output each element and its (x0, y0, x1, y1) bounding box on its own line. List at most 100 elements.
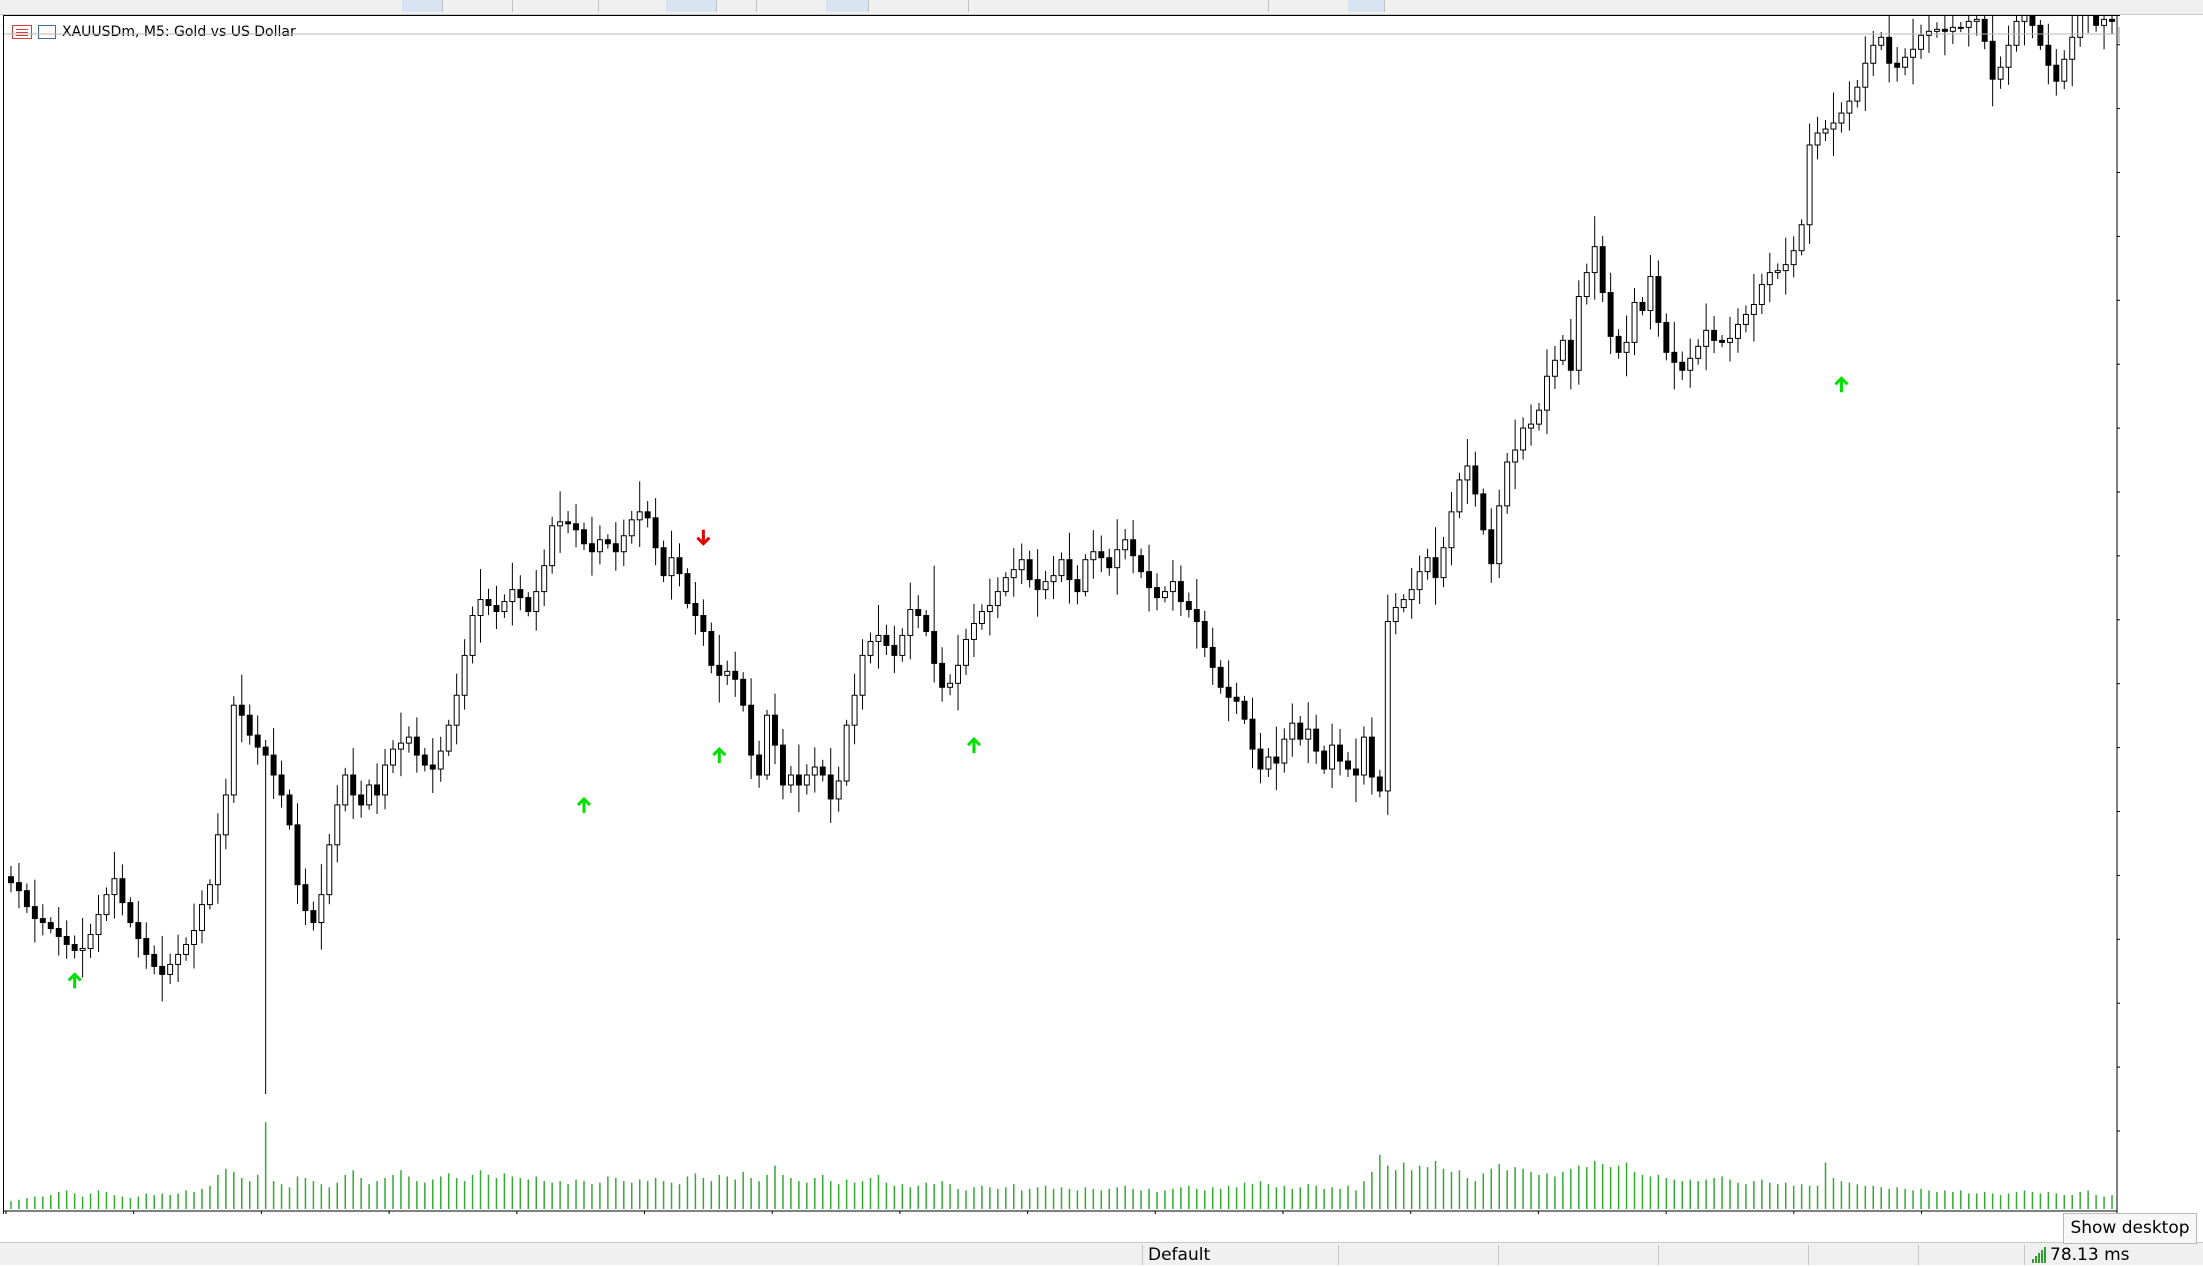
bullish-candle (1814, 132, 1821, 146)
bearish-candle (358, 794, 365, 806)
bullish-candle (1583, 272, 1590, 298)
bullish-candle (1703, 329, 1710, 347)
bearish-candle (47, 922, 54, 930)
bullish-candle (111, 878, 118, 896)
toolbar-button[interactable] (666, 0, 717, 12)
bullish-candle (1647, 276, 1654, 311)
bullish-candle (1002, 577, 1009, 593)
candlesticks (8, 16, 2115, 1095)
bullish-candle (318, 894, 325, 924)
bearish-candle (1273, 756, 1280, 764)
bearish-candle (676, 557, 683, 575)
bearish-candle (708, 630, 715, 666)
bullish-candle (1758, 284, 1765, 305)
bearish-candle (159, 965, 166, 975)
bearish-candle (310, 910, 317, 924)
bullish-candle (1400, 599, 1407, 609)
bearish-candle (1209, 646, 1216, 668)
bearish-candle (39, 918, 46, 924)
bullish-candle (1933, 28, 1940, 32)
bearish-candle (270, 754, 277, 776)
toolbar-button[interactable] (868, 0, 969, 12)
toolbar-button[interactable] (442, 0, 513, 12)
bearish-candle (127, 902, 134, 924)
bullish-candle (501, 601, 508, 613)
bullish-candle (1695, 345, 1702, 359)
bullish-candle (1042, 581, 1049, 591)
toolbar-button[interactable] (402, 0, 443, 12)
show-desktop-tooltip: Show desktop (2063, 1213, 2197, 1244)
toolbar-button[interactable] (826, 0, 869, 12)
bullish-candle (445, 724, 452, 752)
bullish-candle (899, 634, 906, 656)
toolbar-button[interactable] (716, 0, 757, 12)
bullish-candle (437, 750, 444, 770)
bearish-candle (1639, 301, 1646, 311)
bearish-candle (71, 943, 78, 951)
bearish-candle (1233, 696, 1240, 702)
bullish-candle (1058, 559, 1065, 577)
bearish-candle (278, 774, 285, 796)
bullish-candle (1918, 34, 1924, 50)
profile-name[interactable]: Default (1148, 1243, 1210, 1265)
bearish-candle (1981, 18, 1988, 42)
bullish-candle (1750, 303, 1757, 315)
bullish-candle (1878, 36, 1885, 46)
bearish-candle (1217, 666, 1224, 688)
bullish-candle (955, 664, 962, 684)
bullish-candle (1305, 728, 1312, 740)
bullish-candle (1742, 313, 1749, 325)
bearish-candle (1201, 620, 1208, 648)
bullish-candle (1082, 559, 1089, 593)
toolbar-button[interactable] (512, 0, 599, 12)
bullish-candle (1782, 264, 1789, 272)
bearish-candle (1249, 718, 1256, 750)
toolbar-button[interactable] (968, 0, 1269, 12)
bullish-candle (1544, 375, 1550, 411)
bearish-candle (1615, 335, 1622, 353)
bullish-candle (2013, 20, 2020, 46)
status-bar: Default 78.13 ms (0, 1242, 2203, 1265)
bearish-candle (1345, 760, 1351, 770)
bearish-candle (238, 704, 245, 716)
toolbar-button[interactable] (372, 0, 403, 12)
bearish-candle (1711, 329, 1718, 341)
toolbar-button[interactable] (1268, 0, 1349, 12)
bullish-candle (326, 844, 333, 896)
bearish-candle (2045, 44, 2052, 66)
bullish-candle (1329, 744, 1336, 770)
bullish-candle (1504, 461, 1511, 507)
price-chart[interactable]: 3683.6303680.4253677.2203674.0153670.810… (4, 16, 2120, 1214)
bullish-candle (1559, 339, 1566, 361)
bearish-candle (350, 774, 357, 796)
bearish-candle (294, 824, 301, 886)
bullish-candle (1408, 589, 1415, 601)
toolbar-button[interactable] (1348, 0, 1385, 12)
bearish-candle (1154, 587, 1160, 599)
bearish-candle (1313, 728, 1320, 752)
bullish-candle (390, 748, 396, 766)
bearish-candle (1472, 465, 1479, 495)
bearish-candle (1177, 581, 1184, 603)
bearish-candle (652, 517, 659, 549)
bearish-candle (1655, 276, 1662, 323)
bearish-candle (604, 539, 611, 545)
bearish-candle (1432, 557, 1439, 579)
connection-status[interactable]: 78.13 ms (2032, 1243, 2130, 1267)
bearish-candle (883, 634, 890, 646)
bullish-candle (1018, 559, 1025, 571)
toolbar-button[interactable] (598, 0, 667, 12)
bullish-candle (803, 774, 810, 786)
bearish-candle (573, 523, 579, 531)
bullish-candle (994, 591, 1001, 607)
bullish-candle (978, 611, 985, 624)
bearish-candle (1225, 686, 1232, 698)
bullish-candle (620, 535, 627, 553)
bearish-candle (1337, 744, 1344, 762)
chart-window[interactable]: XAUUSDm, M5: Gold vs US Dollar 3683.6303… (3, 15, 2120, 1214)
bullish-candle (1973, 18, 1980, 22)
bearish-candle (2037, 24, 2044, 46)
bearish-candle (429, 764, 436, 770)
bullish-candle (1010, 569, 1017, 579)
bearish-candle (1074, 579, 1081, 593)
